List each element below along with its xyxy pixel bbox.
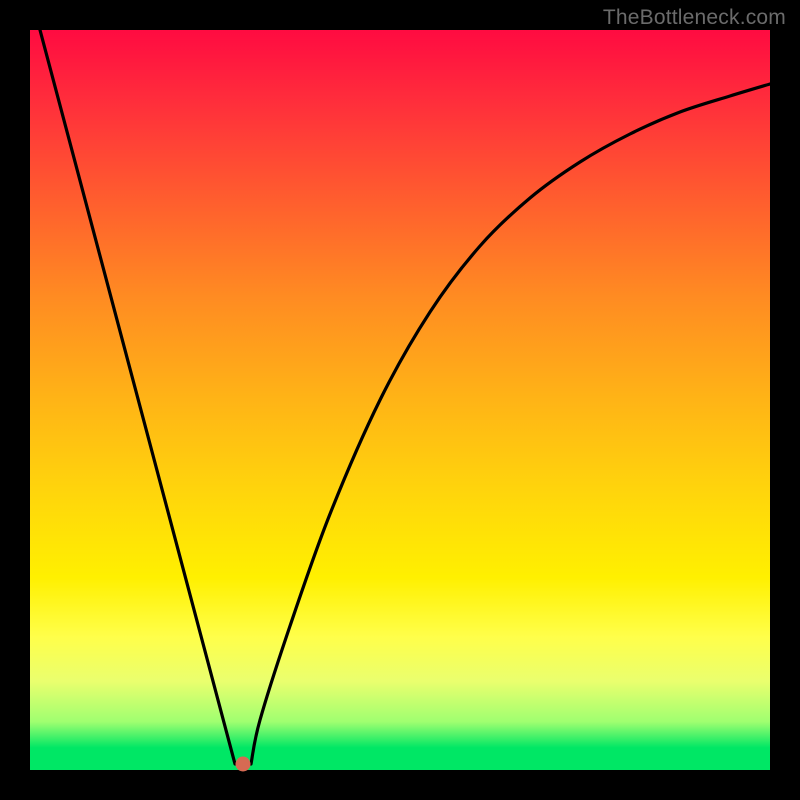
- plot-area: [30, 30, 770, 770]
- minimum-marker: [236, 757, 251, 772]
- chart-frame: TheBottleneck.com: [0, 0, 800, 800]
- bottleneck-curve: [30, 30, 770, 770]
- watermark-text: TheBottleneck.com: [603, 6, 786, 30]
